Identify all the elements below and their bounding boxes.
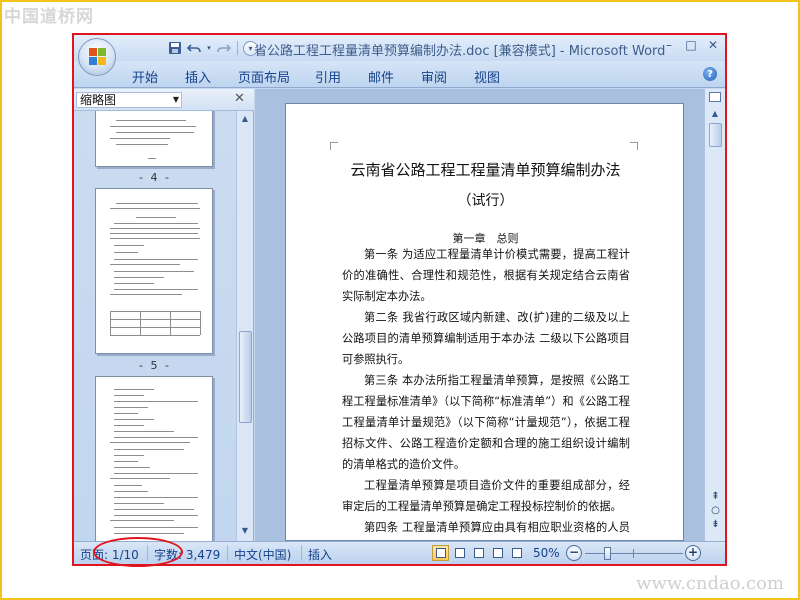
thumbnail-scroll-thumb[interactable] <box>239 331 252 423</box>
thumbnail-page-4[interactable] <box>95 111 213 167</box>
tab-references[interactable]: 引用 <box>315 67 341 86</box>
watermark-top: 中国道桥网 <box>4 7 94 27</box>
thumbnail-pane: 缩略图 ▼ ✕ - 4 - - 5 - ▲ ▼ <box>74 89 254 541</box>
thumbnail-page-label: - 4 - <box>139 171 171 184</box>
web-layout-view-icon[interactable] <box>470 545 487 561</box>
thumbnail-page-6[interactable] <box>95 376 213 541</box>
window-title: 省公路工程工程量清单预算编制办法.doc [兼容模式] - Microsoft … <box>254 44 666 59</box>
word-count[interactable]: 字数: 3,479 <box>154 546 220 563</box>
tab-mailings[interactable]: 邮件 <box>368 67 394 86</box>
scroll-up-icon[interactable]: ▲ <box>239 113 251 125</box>
office-button[interactable] <box>78 38 116 76</box>
document-paragraph: 第四条 工程量清单预算应由具有相应职业资格的人员编 <box>364 521 630 534</box>
page-indicator[interactable]: 页面: 1/10 <box>80 546 139 563</box>
previous-page-icon[interactable]: ⇞ <box>705 491 725 502</box>
zoom-slider-thumb[interactable] <box>604 547 611 560</box>
full-screen-reading-view-icon[interactable] <box>451 545 468 561</box>
tab-insert[interactable]: 插入 <box>185 67 211 86</box>
document-scroll-thumb[interactable] <box>709 123 722 147</box>
zoom-level[interactable]: 50% <box>533 546 560 560</box>
draft-view-icon[interactable] <box>508 545 525 561</box>
undo-dropdown-icon[interactable]: ▾ <box>205 40 213 56</box>
document-scrollbar[interactable]: ▲ ⇞ ○ ⇟ <box>704 89 725 541</box>
thumbnail-list: - 4 - - 5 - <box>74 111 236 541</box>
tab-view[interactable]: 视图 <box>474 67 500 86</box>
zoom-slider-track[interactable] <box>585 553 683 554</box>
thumbnail-view-value: 缩略图 <box>80 93 117 107</box>
thumbnail-page-5[interactable] <box>95 188 213 354</box>
minimize-button[interactable]: – <box>663 38 675 52</box>
select-browse-object-icon[interactable]: ○ <box>705 505 725 516</box>
zoom-in-icon[interactable]: + <box>685 545 701 561</box>
thumbnail-view-select[interactable]: 缩略图 ▼ <box>76 92 182 108</box>
maximize-button[interactable]: □ <box>685 38 697 52</box>
scroll-down-icon[interactable]: ▼ <box>239 525 251 537</box>
undo-icon[interactable] <box>186 40 202 56</box>
document-paragraph: 第二条 我省行政区域内新建、改(扩)建的二级及以上公路项目的清单预算编制适用于本… <box>342 311 630 366</box>
close-button[interactable]: ✕ <box>707 38 719 52</box>
status-bar: 页面: 1/10 字数: 3,479 中文(中国) 插入 50% − + <box>74 541 725 564</box>
ribbon-tabs: 开始 插入 页面布局 引用 邮件 审阅 视图 ? <box>74 61 725 88</box>
next-page-icon[interactable]: ⇟ <box>705 519 725 530</box>
language-indicator[interactable]: 中文(中国) <box>234 546 291 563</box>
document-page[interactable]: 云南省公路工程工程量清单预算编制办法 （试行） 第一章 总则 第一条 为适应工程… <box>285 103 684 541</box>
watermark-bottom: www.cndao.com <box>636 573 784 594</box>
thumbnail-page-label: - 5 - <box>139 359 171 372</box>
word-window: ▾ ▾ 省公路工程工程量清单预算编制办法.doc [兼容模式] - Micros… <box>74 35 725 564</box>
tab-page-layout[interactable]: 页面布局 <box>238 67 290 86</box>
document-area: 云南省公路工程工程量清单预算编制办法 （试行） 第一章 总则 第一条 为适应工程… <box>255 89 725 541</box>
chevron-down-icon: ▼ <box>172 95 179 104</box>
quick-access-toolbar: ▾ ▾ <box>122 39 258 57</box>
document-paragraph: 第三条 本办法所指工程量清单预算，是按照《公路工程工程量标准清单》（以下简称“标… <box>342 374 630 471</box>
thumbnail-close-icon[interactable]: ✕ <box>234 91 245 106</box>
redo-icon[interactable] <box>216 40 232 56</box>
zoom-out-icon[interactable]: − <box>566 545 582 561</box>
tab-review[interactable]: 审阅 <box>421 67 447 86</box>
insert-mode-indicator[interactable]: 插入 <box>308 546 332 563</box>
print-layout-view-icon[interactable] <box>432 545 449 561</box>
document-paragraph: 工程量清单预算是项目造价文件的重要组成部分，经审定后的工程量清单预算是确定工程投… <box>342 479 630 513</box>
document-paragraph: 第一条 为适应工程量清单计价模式需要，提高工程计价的准确性、合理性和规范性，根据… <box>342 248 630 303</box>
document-body: 第一条 为适应工程量清单计价模式需要，提高工程计价的准确性、合理性和规范性，根据… <box>342 244 630 540</box>
thumbnail-header: 缩略图 ▼ ✕ <box>74 89 254 111</box>
ruler-toggle-icon[interactable] <box>709 92 721 102</box>
outline-view-icon[interactable] <box>489 545 506 561</box>
document-subtitle: （试行） <box>457 193 514 209</box>
help-icon[interactable]: ? <box>703 67 717 81</box>
office-logo-icon <box>89 48 107 66</box>
tab-home[interactable]: 开始 <box>132 67 158 86</box>
document-title: 云南省公路工程工程量清单预算编制办法 <box>350 161 621 179</box>
thumbnail-scrollbar[interactable]: ▲ ▼ <box>236 111 253 541</box>
title-bar: ▾ ▾ 省公路工程工程量清单预算编制办法.doc [兼容模式] - Micros… <box>74 35 725 61</box>
save-icon[interactable] <box>167 40 183 56</box>
scroll-up-icon[interactable]: ▲ <box>709 108 721 120</box>
window-controls: – □ ✕ <box>663 38 719 52</box>
